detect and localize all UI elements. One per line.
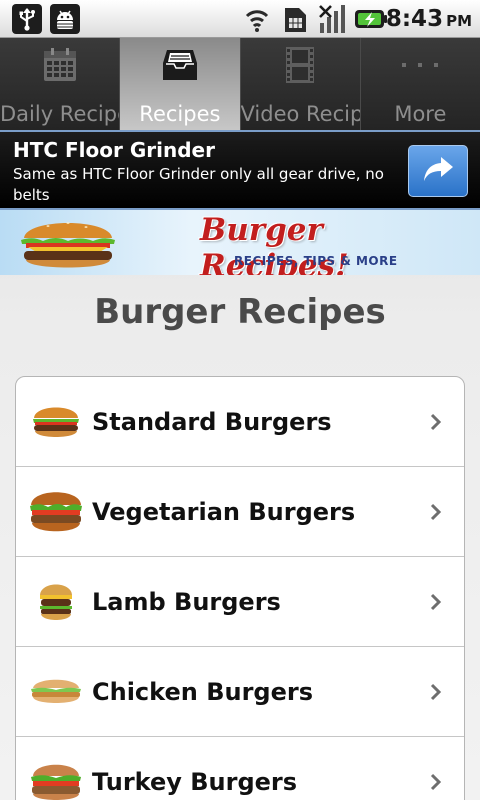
- tab-label: Recipes: [139, 102, 221, 126]
- recipe-row-lamb-burgers[interactable]: Lamb Burgers: [16, 557, 464, 647]
- burger-thumbnail-icon: [26, 752, 86, 800]
- burger-thumbnail-icon: [26, 572, 86, 632]
- ad-title: HTC Floor Grinder: [13, 138, 215, 162]
- chevron-right-icon: [430, 593, 442, 615]
- chevron-right-icon: [430, 503, 442, 525]
- inbox-icon: [161, 46, 199, 84]
- recipe-row-turkey-burgers[interactable]: Turkey Burgers: [16, 737, 464, 800]
- burger-thumbnail-icon: [26, 482, 86, 542]
- recipe-label: Turkey Burgers: [92, 767, 298, 796]
- recipe-row-chicken-burgers[interactable]: Chicken Burgers: [16, 647, 464, 737]
- ad-banner[interactable]: HTC Floor Grinder Same as HTC Floor Grin…: [0, 130, 480, 210]
- recipe-label: Vegetarian Burgers: [92, 497, 356, 526]
- no-signal-icon: [318, 4, 350, 34]
- status-bar: 8:43 PM: [0, 0, 480, 38]
- film-icon: [284, 46, 316, 84]
- recipe-row-vegetarian-burgers[interactable]: Vegetarian Burgers: [16, 467, 464, 557]
- burger-thumbnail-icon: [26, 662, 86, 722]
- ad-body: Same as HTC Floor Grinder only all gear …: [13, 165, 384, 204]
- tab-label: Daily Recipes: [0, 102, 119, 126]
- sim-icon: [282, 4, 310, 34]
- banner-tagline: RECIPES, TIPS & MORE: [234, 254, 398, 268]
- tab-video-recipe[interactable]: Video Recipe: [240, 38, 361, 130]
- chevron-right-icon: [430, 683, 442, 705]
- header-banner: Burger Recipes! RECIPES, TIPS & MORE: [0, 210, 480, 275]
- usb-icon: [12, 4, 42, 34]
- burger-thumbnail-icon: [26, 392, 86, 452]
- tab-bar: Daily Recipes Recipes Video: [0, 38, 480, 130]
- wifi-icon: [244, 4, 270, 34]
- chevron-right-icon: [430, 413, 442, 435]
- recipe-label: Chicken Burgers: [92, 677, 313, 706]
- chevron-right-icon: [430, 773, 442, 795]
- android-debug-icon: [50, 4, 80, 34]
- recipe-row-standard-burgers[interactable]: Standard Burgers: [16, 377, 464, 467]
- tab-more[interactable]: More: [360, 38, 480, 130]
- calendar-icon: [42, 46, 78, 84]
- battery-charging-icon: [354, 4, 388, 34]
- clock-time: 8:43: [385, 6, 444, 32]
- recipe-label: Lamb Burgers: [92, 587, 281, 616]
- tab-recipes[interactable]: Recipes: [120, 38, 241, 130]
- page-title: Burger Recipes: [94, 292, 386, 332]
- recipe-list: Standard Burgers Vegetarian Burgers Lamb…: [15, 376, 465, 800]
- ad-open-button[interactable]: [408, 145, 468, 197]
- burger-banner-icon: [18, 214, 118, 275]
- share-arrow-icon: [421, 154, 455, 188]
- tab-label: More: [394, 102, 447, 126]
- clock-ampm: PM: [446, 12, 472, 30]
- more-dots-icon: [400, 46, 440, 84]
- recipe-label: Standard Burgers: [92, 407, 332, 436]
- tab-label: Video Recipe: [240, 102, 360, 126]
- tab-daily-recipes[interactable]: Daily Recipes: [0, 38, 121, 130]
- status-clock: 8:43 PM: [386, 4, 472, 34]
